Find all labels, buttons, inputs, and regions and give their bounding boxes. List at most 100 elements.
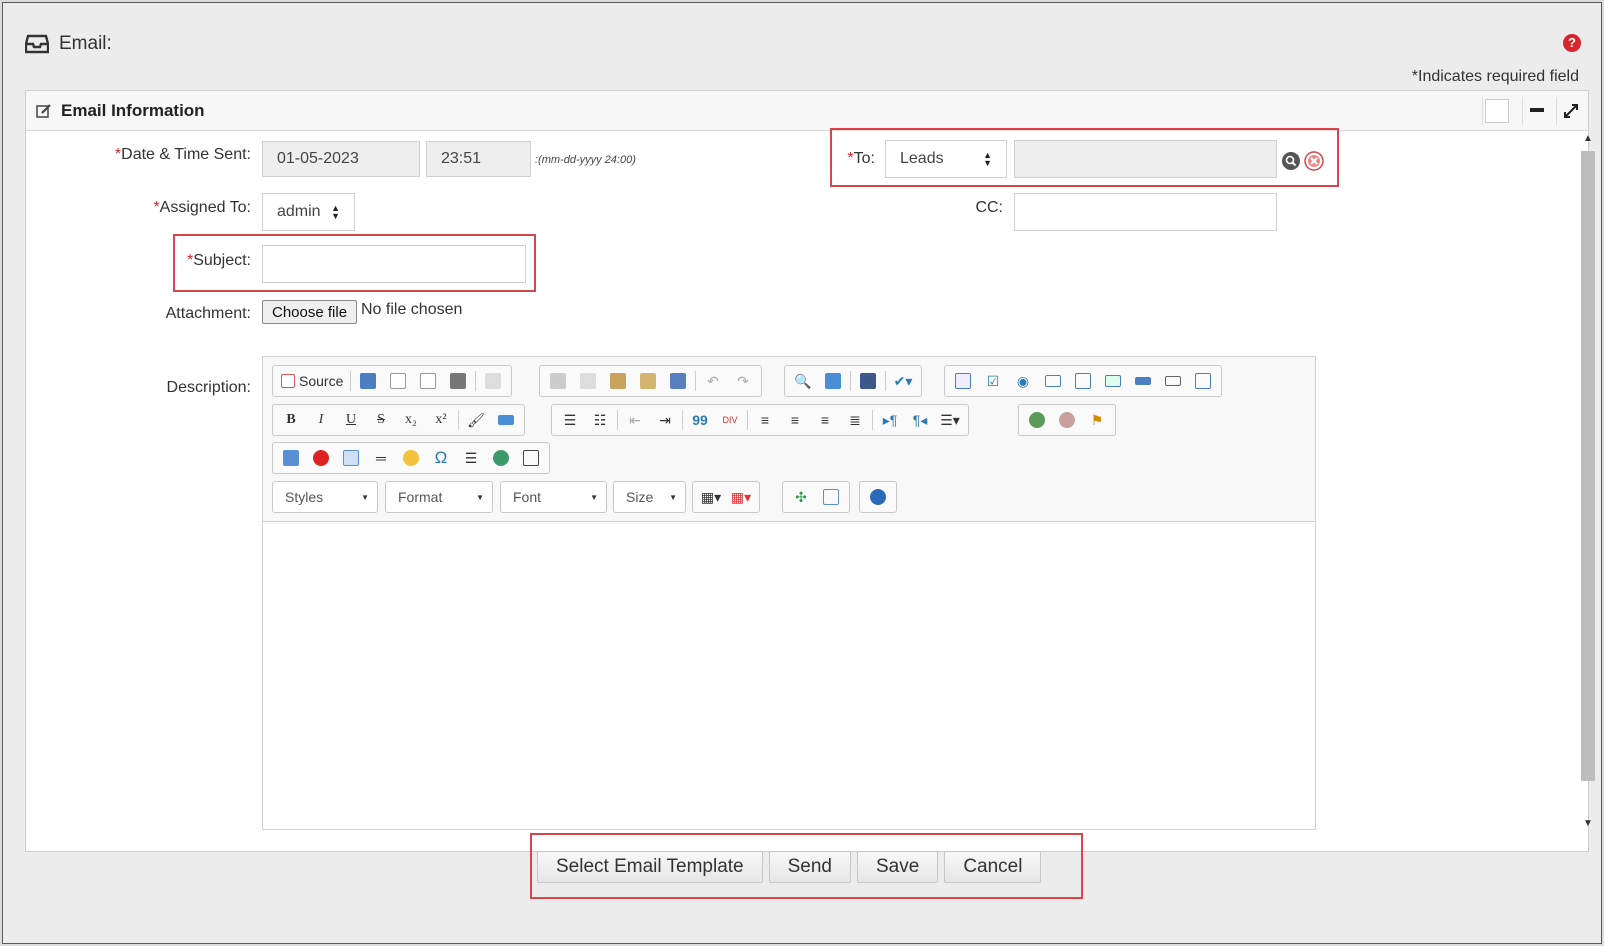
date-format-hint: :(mm-dd-yyyy 24:00) [535,154,636,166]
superscript-button[interactable]: x² [426,407,456,433]
italic-button[interactable]: I [306,407,336,433]
select-all-icon[interactable] [853,368,883,394]
panel-select-checkbox[interactable] [1482,97,1510,125]
anchor-icon[interactable]: ⚑ [1082,407,1112,433]
table-icon[interactable] [336,445,366,471]
select-email-template-button[interactable]: Select Email Template [537,851,763,883]
date-time-label: *Date & Time Sent: [114,146,251,163]
image-map-icon[interactable] [516,445,546,471]
align-right-icon[interactable]: ≡ [810,407,840,433]
toolbar-group-links: ⚑ [1018,404,1116,436]
subject-input[interactable] [262,245,526,283]
file-status: No file chosen [361,301,463,318]
horizontal-rule-icon[interactable]: ═ [366,445,396,471]
bold-button[interactable]: B [276,407,306,433]
toolbar-group-paragraph: ☰ ☷ ⇤ ⇥ 99 DIV ≡ ≡ ≡ ≣ ▸¶ ¶◂ ☰▾ [551,404,969,436]
show-blocks-icon[interactable] [816,484,846,510]
link-icon[interactable] [1022,407,1052,433]
hidden-field-icon[interactable] [1188,368,1218,394]
required-field-note: *Indicates required field [1411,68,1579,85]
remove-format-icon[interactable]: 🖌 [461,407,491,433]
size-combo[interactable]: Size ▼ [613,481,686,513]
new-page-icon[interactable] [383,368,413,394]
styles-combo[interactable]: Styles ▼ [272,481,378,513]
print-icon[interactable] [443,368,473,394]
help-icon[interactable]: ? [1563,34,1581,52]
blockquote-icon[interactable]: 99 [685,407,715,433]
cut-icon[interactable] [543,368,573,394]
scrollbar-thumb[interactable] [1581,151,1595,781]
outdent-icon[interactable]: ⇤ [620,407,650,433]
cancel-button[interactable]: Cancel [944,851,1042,883]
replace-icon[interactable] [818,368,848,394]
find-icon[interactable]: 🔍 [788,368,818,394]
search-icon[interactable] [1281,151,1301,171]
align-justify-icon[interactable]: ≣ [840,407,870,433]
preview-icon[interactable] [413,368,443,394]
choose-file-button[interactable]: Choose file [262,300,358,324]
checkbox-icon[interactable]: ☑ [978,368,1008,394]
vertical-scrollbar[interactable]: ▲ ▼ [1577,131,1599,831]
undo-icon[interactable]: ↶ [698,368,728,394]
save-button[interactable]: Save [857,851,939,883]
paste-word-icon[interactable] [663,368,693,394]
assigned-to-select[interactable]: admin ▲ ▼ [262,193,355,231]
maximize-icon[interactable]: ✣ [786,484,816,510]
expand-icon[interactable] [1556,97,1584,125]
templates-icon[interactable] [478,368,508,394]
toolbar-group-about [859,481,897,513]
bulleted-list-icon[interactable]: ☷ [585,407,615,433]
spellcheck-icon[interactable]: ✔▾ [888,368,918,394]
language-icon[interactable]: ☰▾ [935,407,965,433]
scroll-up-icon[interactable]: ▲ [1583,133,1593,144]
inbox-icon [25,34,49,54]
page-break-icon[interactable]: ☰ [456,445,486,471]
source-button[interactable]: Source [276,368,348,394]
font-combo[interactable]: Font ▼ [500,481,607,513]
special-char-icon[interactable]: Ω [426,445,456,471]
iframe-icon[interactable] [486,445,516,471]
image-button-icon[interactable] [1158,368,1188,394]
textarea-icon[interactable] [1068,368,1098,394]
scroll-down-icon[interactable]: ▼ [1583,818,1593,829]
text-field-icon[interactable] [1038,368,1068,394]
copy-format-icon[interactable] [491,407,521,433]
to-recipient-input[interactable] [1014,140,1277,178]
text-color-icon[interactable]: ▦▾ [696,484,726,510]
rtl-icon[interactable]: ¶◂ [905,407,935,433]
indent-icon[interactable]: ⇥ [650,407,680,433]
align-left-icon[interactable]: ≡ [750,407,780,433]
collapse-icon[interactable] [1522,97,1550,125]
date-sent-input[interactable]: 01-05-2023 [262,141,420,177]
underline-button[interactable]: U [336,407,366,433]
image-icon[interactable] [276,445,306,471]
create-div-icon[interactable]: DIV [715,407,745,433]
save-icon[interactable] [353,368,383,394]
to-module-select[interactable]: Leads ▲ ▼ [885,140,1007,178]
info-icon[interactable] [863,484,893,510]
numbered-list-icon[interactable]: ☰ [555,407,585,433]
clear-icon[interactable] [1304,151,1324,171]
unlink-icon[interactable] [1052,407,1082,433]
button-field-icon[interactable] [1128,368,1158,394]
subscript-button[interactable]: x₂ [396,407,426,433]
radio-icon[interactable]: ◉ [1008,368,1038,394]
send-button[interactable]: Send [768,851,851,883]
cc-input[interactable] [1014,193,1277,231]
smiley-icon[interactable] [396,445,426,471]
bg-color-icon[interactable]: ▦▾ [726,484,756,510]
form-icon[interactable] [948,368,978,394]
redo-icon[interactable]: ↷ [728,368,758,394]
paste-text-icon[interactable] [633,368,663,394]
copy-icon[interactable] [573,368,603,394]
time-sent-input[interactable]: 23:51 [426,141,531,177]
strike-button[interactable]: S [366,407,396,433]
footer-actions: Select Email Template Send Save Cancel [537,851,1042,883]
align-center-icon[interactable]: ≡ [780,407,810,433]
paste-icon[interactable] [603,368,633,394]
flash-icon[interactable] [306,445,336,471]
select-field-icon[interactable] [1098,368,1128,394]
format-combo[interactable]: Format ▼ [385,481,493,513]
editor-content-area[interactable] [263,523,1315,829]
ltr-icon[interactable]: ▸¶ [875,407,905,433]
